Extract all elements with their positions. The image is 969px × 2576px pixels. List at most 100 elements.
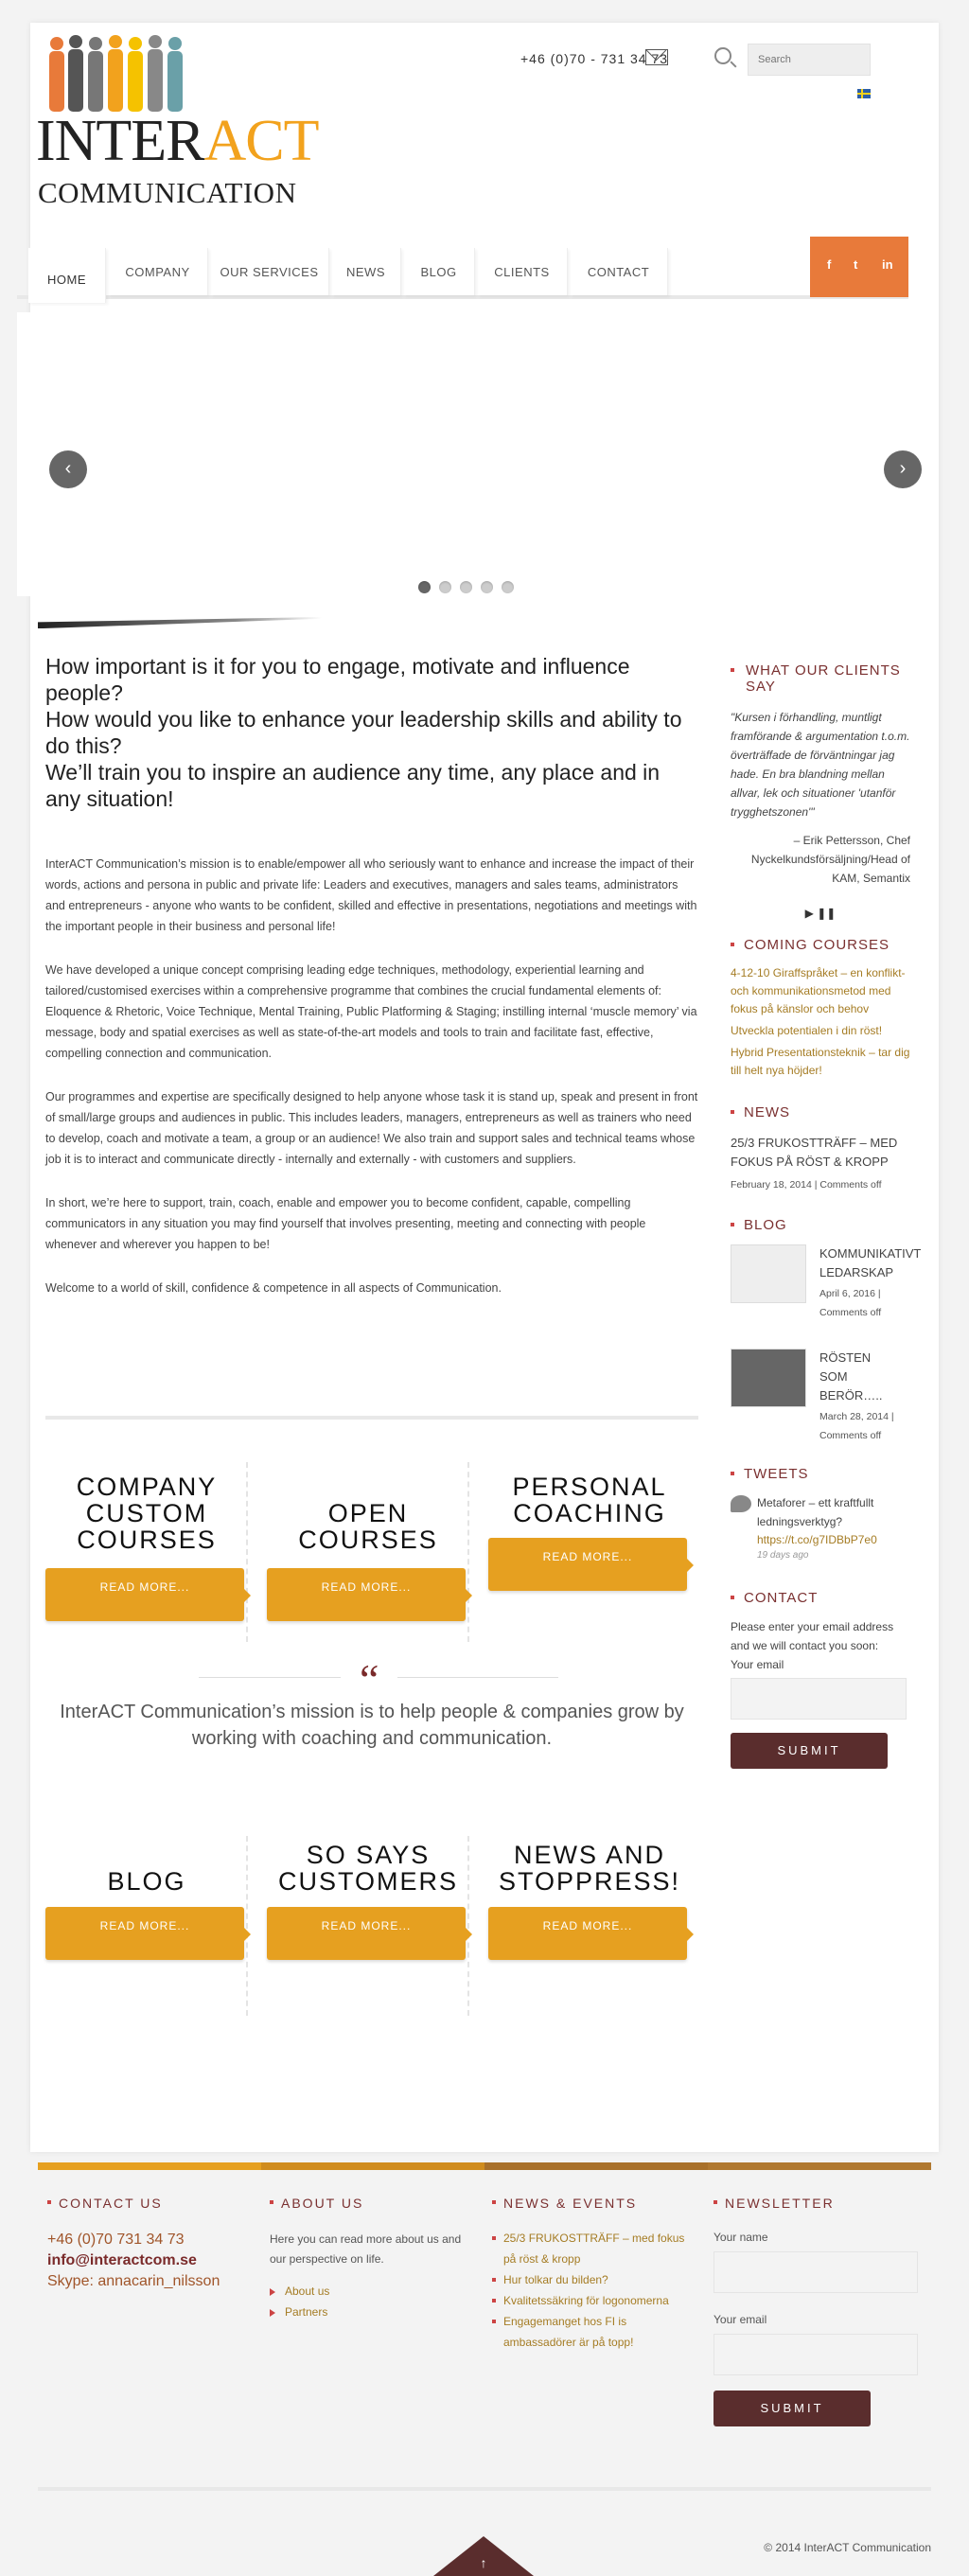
linkedin-icon[interactable]: in [882,257,893,272]
nav-contact[interactable]: Contact [570,248,668,295]
footer-skype: Skype: annacarin_nilsson [47,2273,220,2289]
sidebar-heading-clients: What our clients say [731,662,910,695]
box-title: Personal coaching [512,1473,667,1527]
slider-dot[interactable] [502,581,514,593]
box-title: So says customers [277,1841,459,1896]
footer-about: About us Here you can read more about us… [270,2196,478,2322]
blog-post-title[interactable]: KOMMUNIKATIVT LEDARSKAP [819,1244,924,1282]
box-open-courses: Open courses Read more... [267,1462,472,1642]
footer-news-link[interactable]: Hur tolkar du bilden? [492,2269,700,2290]
quote-divider-right [397,1677,558,1678]
footer-news-link[interactable]: 25/3 FRUKOSTTRÄFF – med fokus på röst & … [492,2228,700,2269]
quote-divider-left [199,1677,341,1678]
read-more-button[interactable]: Read more... [267,1568,472,1621]
read-more-button[interactable]: Read more... [267,1907,472,1960]
tweet-time: 19 days ago [757,1550,809,1561]
tweet-text: Metaforer – ett kraftfullt ledningsverkt… [757,1496,874,1528]
newsletter-name-field[interactable] [714,2251,918,2293]
nav-company[interactable]: Company [108,248,208,295]
social-links: f t in [810,237,908,297]
intro-paragraph: InterACT Communication’s mission is to e… [45,857,697,933]
footer-heading: About us [270,2196,478,2211]
testimonial-text: "Kursen i förhandling, muntligt framföra… [731,711,910,819]
newsletter-email-field[interactable] [714,2334,918,2375]
course-link[interactable]: 4-12-10 Giraffspråket – en konflikt- och… [731,964,910,1018]
news-title[interactable]: 25/3 FRUKOSTTRÄFF – MED FOKUS PÅ RÖST & … [731,1134,910,1172]
slider-next-arrow-icon[interactable]: › [884,450,922,488]
footer-color-bar [38,2162,931,2170]
slider-dot[interactable] [481,581,493,593]
news-meta: February 18, 2014 | Comments off [731,1179,882,1191]
intro-paragraph: We have developed a unique concept compr… [45,963,697,1060]
courses-list: 4-12-10 Giraffspråket – en konflikt- och… [731,964,910,1080]
footer-bar-segment [38,2162,261,2170]
slider-prev-arrow-icon[interactable]: ‹ [49,450,87,488]
search-input[interactable] [748,44,871,76]
blog-thumbnail[interactable] [731,1244,806,1303]
box-company-courses: Company custom courses Read more... [45,1462,251,1642]
read-more-button[interactable]: Read more... [45,1907,251,1960]
box-title: News and stoppress! [498,1841,681,1896]
nav-our-services[interactable]: Our Services [210,248,329,295]
nav-blog[interactable]: Blog [403,248,475,295]
tweet: Metaforer – ett kraftfullt ledningsverkt… [731,1493,910,1571]
course-boxes: Company custom courses Read more... Open… [45,1462,698,1642]
logo-inter-text: INTER [36,109,205,173]
box-title: Blog [107,1867,186,1896]
mission-statement: InterACT Communication’s mission is to h… [60,1702,684,1749]
swedish-flag-icon[interactable] [857,89,871,98]
footer-contact: Contact us +46 (0)70 731 34 73 info@inte… [47,2196,255,2292]
logo-line-2: COMMUNICATION [38,176,297,209]
box-title: Open courses [298,1499,438,1554]
logo-people-graphic [49,35,183,112]
intro-paragraph: In short, we’re here to support, train, … [45,1196,646,1251]
blog-post-title[interactable]: RÖSTEN SOM BERÖR….. [819,1349,886,1405]
read-more-button[interactable]: Read more... [488,1907,694,1960]
footer-email[interactable]: info@interactcom.se [47,2250,255,2271]
footer-link-about-us[interactable]: About us [270,2281,478,2302]
slider-dot[interactable] [439,581,451,593]
intro-headline: How important is it for you to engage, m… [45,654,682,811]
sidebar-heading-news: News [731,1104,910,1120]
twitter-icon[interactable]: t [854,257,857,272]
footer-divider [38,2487,931,2491]
facebook-icon[interactable]: f [827,257,831,272]
main-content: How important is it for you to engage, m… [45,653,698,1321]
mail-icon[interactable] [645,49,668,65]
nav-news[interactable]: News [331,248,401,295]
footer-news-link[interactable]: Kvalitetssäkring för logonomerna [492,2290,700,2311]
blog-post-meta: March 28, 2014 | Comments off [819,1411,894,1441]
slider-dot[interactable] [460,581,472,593]
footer-bar-segment [261,2162,484,2170]
slider-dot[interactable] [418,581,431,593]
testimonial-player-controls[interactable]: ▶ ❚❚ [731,907,910,920]
tweet-link[interactable]: https://t.co/g7IDBbP7e0 [757,1531,908,1549]
feature-boxes: Blog Read more... So says customers Read… [45,1836,698,2016]
contact-submit-button[interactable]: Submit [731,1733,888,1769]
footer-news-link[interactable]: Engagemanget hos FI is ambassadörer är p… [492,2311,700,2353]
course-link[interactable]: Hybrid Presentationsteknik – tar dig til… [731,1044,910,1080]
blog-post-meta: April 6, 2016 | Comments off [819,1288,882,1318]
footer-heading: Contact us [47,2196,255,2211]
search-icon[interactable] [714,47,731,64]
read-more-button[interactable]: Read more... [45,1568,251,1621]
intro-paragraph: Our programmes and expertise are specifi… [45,1090,698,1166]
footer-heading: Newsletter [714,2196,922,2211]
footer-about-text: Here you can read more about us and our … [270,2232,462,2266]
footer-link-partners[interactable]: Partners [270,2302,478,2322]
nav-clients[interactable]: Clients [477,248,568,295]
nav-home[interactable]: Home [28,248,106,303]
blog-thumbnail[interactable] [731,1349,806,1407]
contact-email-field[interactable] [731,1678,907,1720]
newsletter-submit-button[interactable]: Submit [714,2391,871,2426]
copyright: © 2014 InterACT Communication [764,2541,931,2554]
course-link[interactable]: Utveckla potentialen i din röst! [731,1022,910,1040]
newsletter-name-label: Your name [714,2231,768,2244]
logo[interactable]: INTERACT COMMUNICATION [36,34,320,233]
back-to-top-button[interactable]: ↑ [433,2536,534,2576]
box-customers: So says customers Read more... [267,1836,472,2016]
main-nav: Home Company Our Services News Blog Clie… [17,237,908,303]
intro-text: InterACT Communication’s mission is to e… [45,854,698,1298]
read-more-button[interactable]: Read more... [488,1538,694,1591]
box-blog: Blog Read more... [45,1836,251,2016]
